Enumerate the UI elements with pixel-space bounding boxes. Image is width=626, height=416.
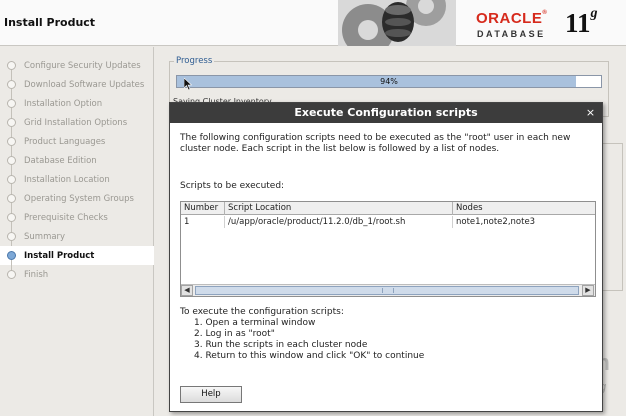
scripts-label: Scripts to be executed: <box>180 181 285 191</box>
gear-banner-icon <box>338 0 456 46</box>
step-status-icon <box>7 270 16 279</box>
step-status-icon <box>7 118 16 127</box>
step-label: Installation Option <box>24 98 103 109</box>
instruction-item: 2. Log in as "root" <box>194 329 275 339</box>
instruction-item: 4. Return to this window and click "OK" … <box>194 351 425 361</box>
step-item[interactable]: Summary <box>0 227 154 256</box>
oracle-logo: ORACLE® <box>476 10 548 27</box>
step-label: Installation Location <box>24 174 110 185</box>
scroll-left-icon[interactable]: ◀ <box>181 285 193 296</box>
close-icon[interactable]: × <box>584 106 597 119</box>
step-status-icon <box>7 194 16 203</box>
step-item[interactable]: Product Languages <box>0 132 154 161</box>
grip-icon <box>382 288 394 293</box>
column-header-number[interactable]: Number <box>181 202 225 215</box>
step-label: Configure Security Updates <box>24 60 141 71</box>
product-name: DATABASE <box>477 29 546 39</box>
page-title: Install Product <box>4 16 96 29</box>
step-label: Operating System Groups <box>24 193 134 204</box>
help-button[interactable]: Help <box>180 386 242 403</box>
instruction-item: 3. Run the scripts in each cluster node <box>194 340 368 350</box>
step-label: Product Languages <box>24 136 106 147</box>
dialog-title: Execute Configuration scripts <box>170 103 602 123</box>
step-status-icon <box>7 251 16 260</box>
cell-number: 1 <box>181 216 225 228</box>
step-item[interactable]: Configure Security Updates <box>0 56 154 85</box>
cell-nodes: note1,note2,note3 <box>456 217 536 227</box>
mouse-cursor-icon <box>184 78 192 90</box>
step-item[interactable]: Prerequisite Checks <box>0 208 154 237</box>
scroll-right-icon[interactable]: ▶ <box>582 285 594 296</box>
horizontal-scrollbar[interactable]: ◀ ▶ <box>181 284 595 296</box>
dialog-intro: The following configuration scripts need… <box>180 133 571 154</box>
table-row[interactable]: 1 /u/app/oracle/product/11.2.0/db_1/root… <box>181 216 595 228</box>
step-status-icon <box>7 213 16 222</box>
instruction-item: 1. Open a terminal window <box>194 318 316 328</box>
header-bar: Install Product ORACLE® DATABASE 11g <box>0 0 626 46</box>
step-item[interactable]: Database Edition <box>0 151 154 180</box>
step-label: Database Edition <box>24 155 97 166</box>
step-item[interactable]: Installation Location <box>0 170 154 199</box>
step-label: Summary <box>24 231 66 242</box>
instructions: To execute the configuration scripts: 1.… <box>180 307 480 362</box>
step-label: Download Software Updates <box>24 79 145 90</box>
step-label: Finish <box>24 269 49 280</box>
step-item[interactable]: Install Product <box>0 246 154 275</box>
step-item[interactable]: Download Software Updates <box>0 75 154 104</box>
progress-percent: 94% <box>380 77 398 86</box>
progress-bar: 94% <box>176 75 602 88</box>
step-status-icon <box>7 156 16 165</box>
scrollbar-thumb[interactable] <box>195 286 579 295</box>
step-status-icon <box>7 61 16 70</box>
step-status-icon <box>7 232 16 241</box>
step-item[interactable]: Finish <box>0 265 154 284</box>
column-header-nodes[interactable]: Nodes <box>453 202 595 215</box>
progress-legend: Progress <box>174 56 215 66</box>
step-item[interactable]: Grid Installation Options <box>0 113 154 142</box>
step-label: Prerequisite Checks <box>24 212 108 223</box>
step-status-icon <box>7 80 16 89</box>
table-header: Number Script Location Nodes <box>181 202 595 215</box>
step-item[interactable]: Operating System Groups <box>0 189 154 218</box>
step-item[interactable]: Installation Option <box>0 94 154 123</box>
column-header-script-location[interactable]: Script Location <box>225 202 453 215</box>
step-status-icon <box>7 99 16 108</box>
scripts-table[interactable]: Number Script Location Nodes 1 /u/app/or… <box>180 201 596 297</box>
step-label: Install Product <box>24 250 95 261</box>
execute-scripts-dialog: Execute Configuration scripts × The foll… <box>169 102 603 412</box>
steps-sidebar: Configure Security Updates Download Softw… <box>0 47 154 416</box>
version-logo: 11g <box>565 6 598 38</box>
cell-script-location: /u/app/oracle/product/11.2.0/db_1/root.s… <box>225 216 453 228</box>
step-label: Grid Installation Options <box>24 117 128 128</box>
instructions-title: To execute the configuration scripts: <box>180 307 344 317</box>
step-status-icon <box>7 137 16 146</box>
step-status-icon <box>7 175 16 184</box>
